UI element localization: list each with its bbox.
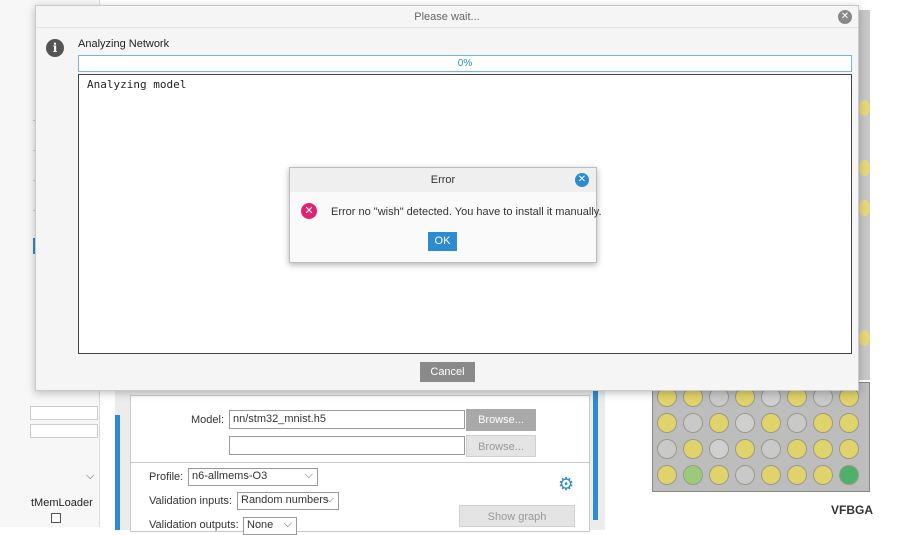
validation-inputs-value: Random numbers [241,494,329,506]
pin-dot [813,465,833,485]
pin-dot [787,439,807,459]
pin-dot [735,465,755,485]
close-icon[interactable]: ✕ [838,10,852,24]
pin-dot [735,439,755,459]
package-label: VFBGA [831,503,873,517]
model-browse-button[interactable]: Browse... [466,409,536,431]
chevron-down-icon: ⌵ [304,469,313,481]
pin-dot [859,200,870,216]
profile-label: Profile: [149,471,184,483]
pin-dot [839,439,859,459]
validation-outputs-select[interactable]: None ⌵ [243,517,297,535]
pin-dot [683,439,703,459]
pinout-view[interactable] [652,382,870,492]
panel-scrollbar-right[interactable] [593,390,598,520]
mem-loader-label: tMemLoader [31,497,93,509]
info-icon: i [46,39,64,57]
pin-dot [761,439,781,459]
pin-dot [787,413,807,433]
pin-dot [859,100,870,116]
progress-label: 0% [457,58,473,69]
progress-bar: 0% [78,55,852,72]
gear-icon[interactable]: ⚙ [558,474,574,495]
error-message: Error no "wish" detected. You have to in… [331,206,602,218]
pin-dot [859,160,870,176]
left-field[interactable] [30,406,98,420]
close-icon[interactable]: ✕ [575,173,589,187]
left-field[interactable] [30,424,98,438]
pinout-view-edge [858,10,870,380]
validation-inputs-select[interactable]: Random numbers ⌵ [237,492,339,510]
error-icon: ✕ [301,203,317,219]
pin-dot [839,413,859,433]
error-dialog: Error ✕ ✕ Error no "wish" detected. You … [289,167,602,263]
pin-dot [761,465,781,485]
model-path-input-2[interactable] [229,436,465,455]
dialog-title: Please wait... [36,6,858,28]
pin-grid [657,387,867,487]
model-label: Model: [191,414,225,426]
validation-group: Profile: n6-allmems-O3 ⌵ ⚙ Validation in… [130,462,590,535]
settings-panel: Model: nn/stm32_mnist.h5 Browse... Brows… [115,380,605,535]
pin-dot [657,465,677,485]
ok-button[interactable]: OK [428,232,457,251]
pin-dot [683,413,703,433]
dialog-title: Error [290,168,596,192]
chevron-down-icon: ⌵ [283,518,292,530]
mem-loader-checkbox[interactable] [51,513,61,523]
pin-dot [839,465,859,485]
pin-dot [813,439,833,459]
profile-select-value: n6-allmems-O3 [192,470,268,482]
chevron-down-icon[interactable]: ⌵ [86,470,94,483]
panel-scrollbar-left[interactable] [115,415,120,530]
validation-outputs-value: None [247,519,274,531]
validation-outputs-label: Validation outputs: [149,519,239,531]
pin-dot [709,413,729,433]
pin-dot [657,413,677,433]
cancel-button[interactable]: Cancel [420,362,475,382]
pin-dot [761,413,781,433]
pin-dot [787,465,807,485]
status-text: Analyzing Network [78,38,170,50]
pin-dot [735,413,755,433]
validation-inputs-label: Validation inputs: [149,495,232,507]
model-group: Model: nn/stm32_mnist.h5 Browse... Brows… [130,395,590,472]
model-browse-button-2[interactable]: Browse... [466,435,536,457]
pin-dot [813,413,833,433]
pin-dot [683,465,703,485]
pin-dot [709,465,729,485]
profile-select[interactable]: n6-allmems-O3 ⌵ [188,468,318,486]
show-graph-button[interactable]: Show graph [459,505,575,527]
model-path-input[interactable]: nn/stm32_mnist.h5 [229,410,465,429]
pin-dot [859,330,870,346]
pin-dot [709,439,729,459]
pin-dot [657,439,677,459]
chevron-down-icon: ⌵ [325,493,334,505]
